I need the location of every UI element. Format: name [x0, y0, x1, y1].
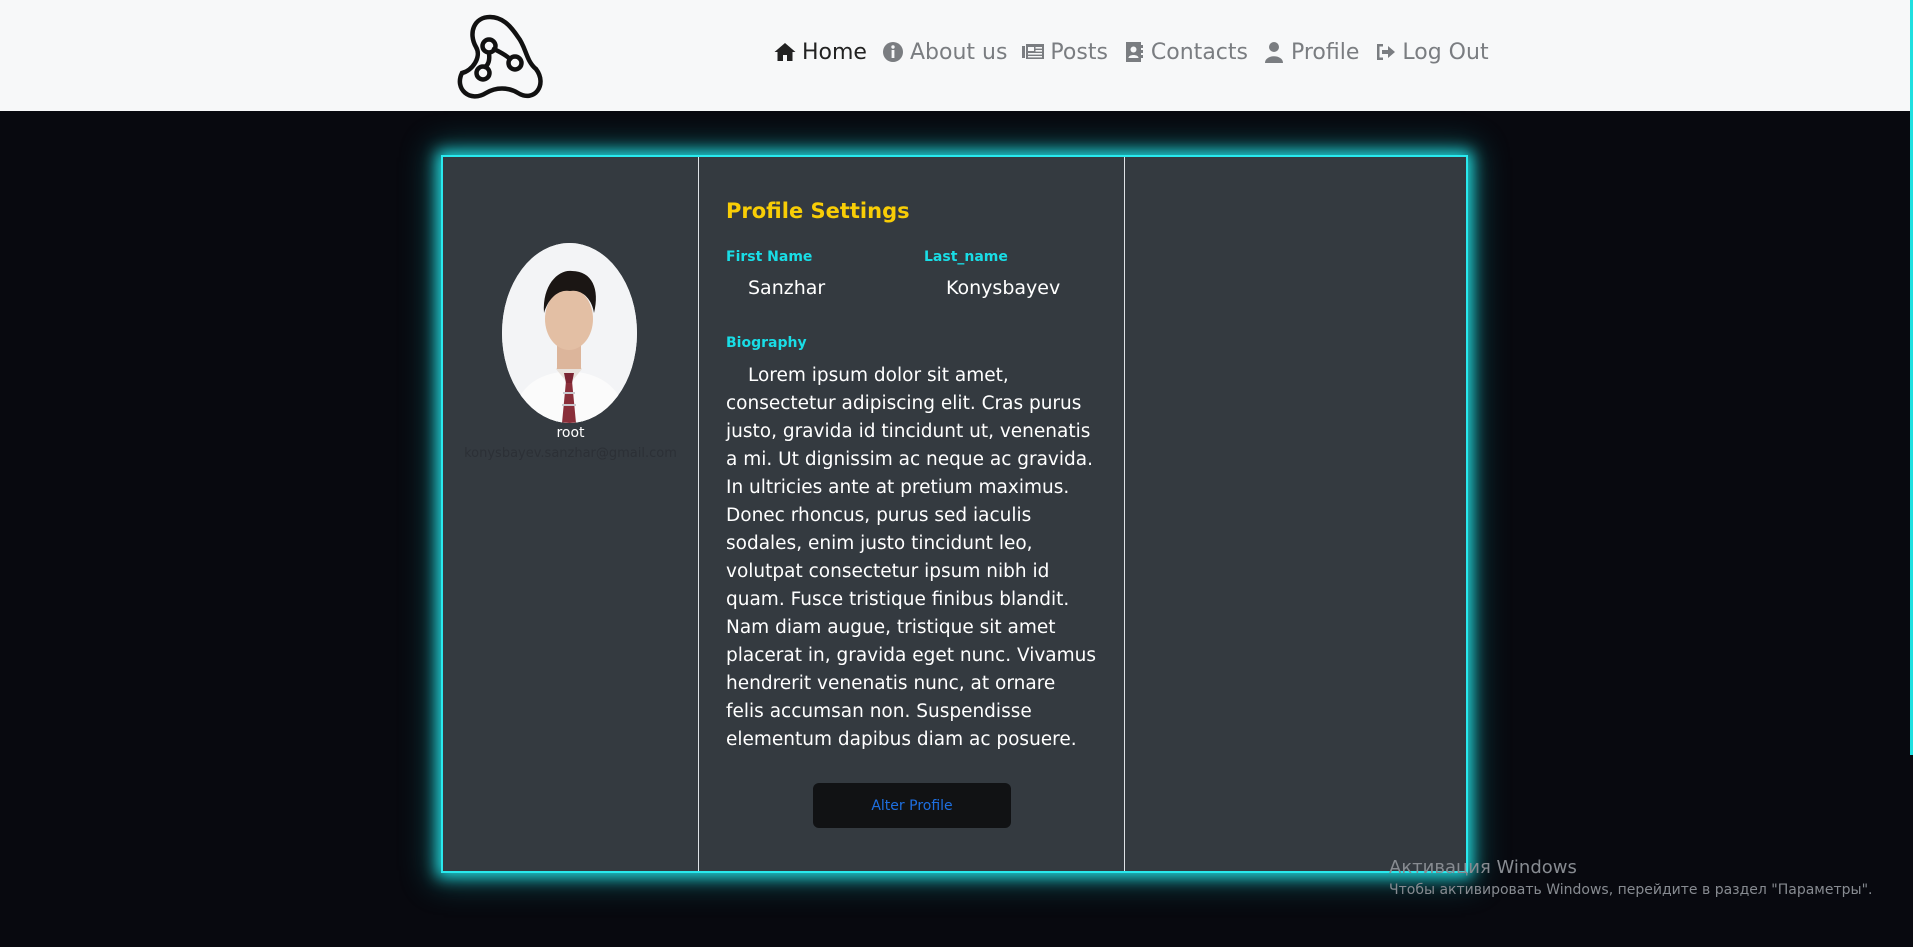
avatar-photo — [502, 243, 637, 423]
alter-profile-button[interactable]: Alter Profile — [813, 783, 1011, 828]
profile-extra-panel — [1125, 157, 1466, 871]
windows-activation-watermark: Активация Windows Чтобы активировать Win… — [1389, 857, 1872, 898]
biography-label: Biography — [726, 335, 807, 351]
first-name-label: First Name — [726, 249, 813, 265]
nav-posts[interactable]: Posts — [1021, 40, 1108, 65]
nav-label: Log Out — [1402, 39, 1489, 65]
watermark-title: Активация Windows — [1389, 857, 1577, 878]
info-circle-icon — [882, 42, 903, 62]
home-icon — [774, 43, 796, 61]
newspaper-icon — [1022, 44, 1045, 59]
avatar — [502, 243, 637, 423]
last-name-label: Last_name — [924, 249, 1008, 265]
sign-out-icon — [1377, 44, 1396, 60]
nav-logout[interactable]: Log Out — [1373, 39, 1489, 65]
biography-text: Lorem ipsum dolor sit amet, consectetur … — [726, 365, 1097, 750]
nav-home[interactable]: Home — [773, 40, 867, 65]
address-book-icon — [1125, 42, 1143, 62]
profile-summary: root konysbayev.sanzhar@gmail.com — [443, 157, 699, 871]
profile-email: konysbayev.sanzhar@gmail.com — [464, 446, 677, 461]
navbar: Home About us Posts Contacts Profile Log… — [0, 0, 1910, 111]
nav-about[interactable]: About us — [881, 40, 1007, 65]
last-name-value: Konysbayev — [946, 277, 1061, 299]
main-nav: Home About us Posts Contacts Profile Log… — [773, 34, 1503, 70]
nav-profile[interactable]: Profile — [1262, 40, 1359, 65]
profile-settings: Profile Settings First Name Sanzhar Last… — [699, 157, 1125, 871]
nav-label: Posts — [1050, 39, 1108, 65]
nav-label: About us — [909, 39, 1008, 65]
nav-label: Profile — [1290, 39, 1360, 65]
nav-contacts[interactable]: Contacts — [1122, 40, 1248, 65]
first-name-value: Sanzhar — [748, 277, 826, 299]
profile-username: root — [556, 425, 585, 441]
nav-label: Home — [802, 39, 867, 65]
site-logo[interactable] — [452, 11, 544, 99]
profile-card: root konysbayev.sanzhar@gmail.com Profil… — [441, 155, 1468, 873]
page-title: Profile Settings — [726, 199, 910, 223]
user-icon — [1264, 42, 1283, 63]
nav-label: Contacts — [1150, 39, 1248, 65]
watermark-subtitle: Чтобы активировать Windows, перейдите в … — [1389, 882, 1873, 898]
